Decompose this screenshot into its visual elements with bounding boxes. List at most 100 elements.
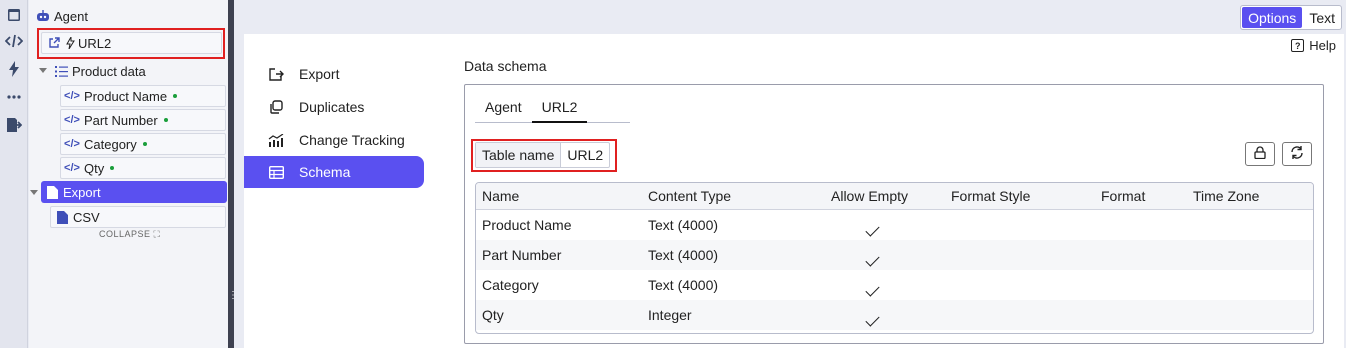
field-label: Product Name [84,88,168,104]
menu-item-export[interactable]: Export [244,58,424,90]
tree-node-label: URL2 [78,35,112,51]
table-row[interactable]: Qty Integer [476,300,1313,330]
schema-icon [268,165,284,179]
external-link-icon [46,35,62,51]
help-icon: ? [1291,39,1305,52]
code-icon[interactable] [3,30,25,52]
duplicates-icon [268,100,284,114]
column-header[interactable]: Format [1101,188,1145,204]
tree-node-agent[interactable]: Agent [35,5,88,27]
section-title: Data schema [464,58,547,74]
field-label: Qty [84,160,105,176]
menu-item-label: Schema [299,164,351,180]
table-name-input[interactable]: URL2 [561,143,609,167]
lock-icon [1254,146,1266,162]
code-icon: </> [64,138,80,150]
options-button[interactable]: Options [1242,7,1303,28]
text-button[interactable]: Text [1303,6,1341,29]
check-icon [865,220,880,237]
left-rail [0,0,28,348]
more-icon[interactable] [3,86,25,108]
table-name-field: Table name URL2 [475,142,611,168]
field-label: Category [84,136,137,152]
table-name-label: Table name [476,143,562,167]
column-header[interactable]: Allow Empty [831,188,908,204]
tab-url2[interactable]: URL2 [531,99,588,123]
table-row[interactable]: Category Text (4000) [476,270,1313,300]
menu-item-change-tracking[interactable]: Change Tracking [244,124,424,156]
cell-name: Part Number [482,247,562,263]
table-row[interactable]: Product Name Text (4000) [476,210,1313,240]
main-area: Options Text ? Help Export Duplicates Ch… [234,0,1346,348]
chevron-down-icon[interactable] [30,190,38,195]
check-icon [865,310,880,327]
cell-content-type: Integer [648,307,692,323]
help-label: Help [1309,38,1336,53]
refresh-button[interactable] [1282,142,1312,166]
menu-item-schema[interactable]: Schema [244,156,424,188]
cell-content-type: Text (4000) [648,247,719,263]
cell-name: Product Name [482,217,572,233]
tree-panel: Agent URL2 Product data </> Product Name… [29,0,228,348]
tree-node-field[interactable]: </> Category [60,133,226,155]
tree-node-field[interactable]: </> Product Name [60,85,226,107]
menu-item-label: Change Tracking [299,132,405,148]
tree-node-product-data[interactable]: Product data [53,60,146,82]
tree-node-field[interactable]: </> Part Number [60,109,226,131]
cell-name: Category [482,277,539,293]
robot-icon [35,8,51,24]
export-file-icon [44,184,60,200]
code-icon: </> [64,162,80,174]
table-header: Name Content Type Allow Empty Format Sty… [476,183,1313,210]
status-dot [110,166,115,170]
column-header[interactable]: Content Type [648,188,731,204]
cell-name: Qty [482,307,504,323]
table-row[interactable]: Part Number Text (4000) [476,240,1313,270]
field-label: Part Number [84,112,158,128]
expand-icon: ⛶ [153,229,161,239]
csv-file-icon [54,209,70,225]
check-icon [865,280,880,297]
status-dot [163,118,168,122]
export-icon[interactable] [3,114,25,136]
menu-item-duplicates[interactable]: Duplicates [244,91,424,123]
options-card: ? Help Export Duplicates Change Tracking [244,34,1344,348]
menu-item-label: Duplicates [299,99,365,115]
tree-node-export[interactable]: Export [41,181,227,203]
tree-node-label: Export [63,184,101,200]
lock-button[interactable] [1245,142,1275,166]
tree-node-csv[interactable]: CSV [50,206,226,228]
tab-agent[interactable]: Agent [475,99,532,123]
cell-content-type: Text (4000) [648,217,719,233]
tree-node-label: Agent [54,8,88,24]
tree-node-field[interactable]: </> Qty [60,157,226,179]
code-icon: </> [64,90,80,102]
collapse-label: COLLAPSE [99,229,151,239]
export-icon [268,67,284,81]
tree-node-label: Product data [72,63,146,79]
bolt-icon [65,35,76,51]
bolt-icon[interactable] [3,58,25,80]
collapse-button[interactable]: COLLAPSE ⛶ [99,229,160,240]
status-dot [173,94,178,98]
change-tracking-icon [268,133,284,147]
list-icon [53,63,69,79]
refresh-icon [1290,146,1304,162]
column-header[interactable]: Format Style [951,188,1030,204]
schema-panel: Agent URL2 Table name URL2 Name Content … [464,84,1324,344]
column-header[interactable]: Name [482,188,519,204]
help-link[interactable]: ? Help [1291,38,1336,53]
schema-table: Name Content Type Allow Empty Format Sty… [475,182,1314,334]
tree-node-url2[interactable]: URL2 [41,32,222,54]
menu-item-label: Export [299,66,340,82]
code-icon: </> [64,114,80,126]
chevron-down-icon[interactable] [39,68,47,73]
cell-content-type: Text (4000) [648,277,719,293]
window-icon[interactable] [3,4,25,26]
column-header[interactable]: Time Zone [1193,188,1259,204]
tree-node-label: CSV [73,209,100,225]
status-dot [142,142,147,146]
schema-tabs: Agent URL2 [475,99,630,123]
check-icon [865,250,880,267]
view-toggle: Options Text [1240,5,1342,30]
